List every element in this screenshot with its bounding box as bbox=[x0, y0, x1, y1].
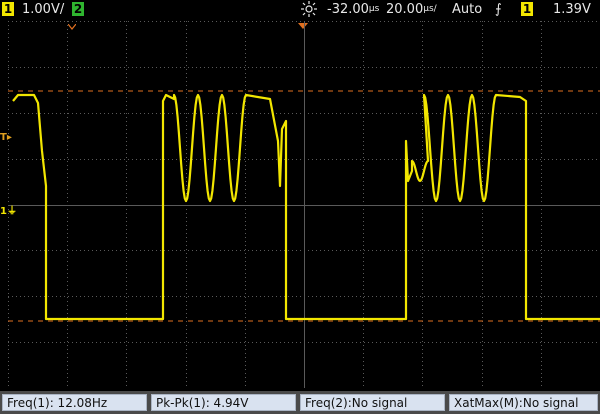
ch1-trace bbox=[12, 93, 600, 321]
trigger-level-marker-label: T bbox=[0, 132, 7, 143]
time-scale-value: 20.00 bbox=[386, 2, 424, 17]
trigger-delay-value: -32.00 bbox=[327, 2, 369, 17]
trigger-level-marker[interactable]: T▸ bbox=[0, 132, 12, 143]
ground-arrow-icon: ⏚ bbox=[6, 206, 17, 217]
ch1-ground-marker[interactable]: 1⏚ bbox=[0, 202, 17, 217]
trigger-delay[interactable]: -32.00µs bbox=[327, 2, 379, 17]
waveform-svg bbox=[8, 21, 600, 389]
measurement-pkpk-ch1[interactable]: Pk-Pk(1): 4.94V bbox=[151, 394, 296, 411]
waveform-display[interactable] bbox=[8, 21, 600, 389]
graticule bbox=[8, 21, 600, 389]
measurement-freq-ch1[interactable]: Freq(1): 12.08Hz bbox=[2, 394, 147, 411]
ch1-ground-marker-label: 1 bbox=[0, 206, 7, 217]
trigger-level-arrow-icon: ▸ bbox=[6, 132, 12, 143]
trigger-source-badge[interactable]: 1 bbox=[521, 2, 533, 16]
ch1-vertical-scale[interactable]: 1.00V/ bbox=[22, 2, 64, 17]
trigger-slope-icon[interactable]: ⨍ bbox=[495, 2, 502, 17]
measurement-bar: Freq(1): 12.08Hz Pk-Pk(1): 4.94V Freq(2)… bbox=[0, 391, 600, 414]
ch1-badge[interactable]: 1 bbox=[2, 2, 14, 16]
time-scale[interactable]: 20.00µs/ bbox=[386, 2, 437, 17]
trigger-level[interactable]: 1.39V bbox=[553, 2, 591, 17]
measurement-freq-ch2[interactable]: Freq(2):No signal bbox=[300, 394, 445, 411]
measurement-xatmax[interactable]: XatMax(M):No signal bbox=[449, 394, 598, 411]
time-scale-unit: µs/ bbox=[423, 4, 437, 14]
trigger-delay-unit: µs bbox=[368, 4, 380, 14]
trigger-mode[interactable]: Auto bbox=[452, 2, 482, 17]
ch2-badge[interactable]: 2 bbox=[72, 2, 84, 16]
